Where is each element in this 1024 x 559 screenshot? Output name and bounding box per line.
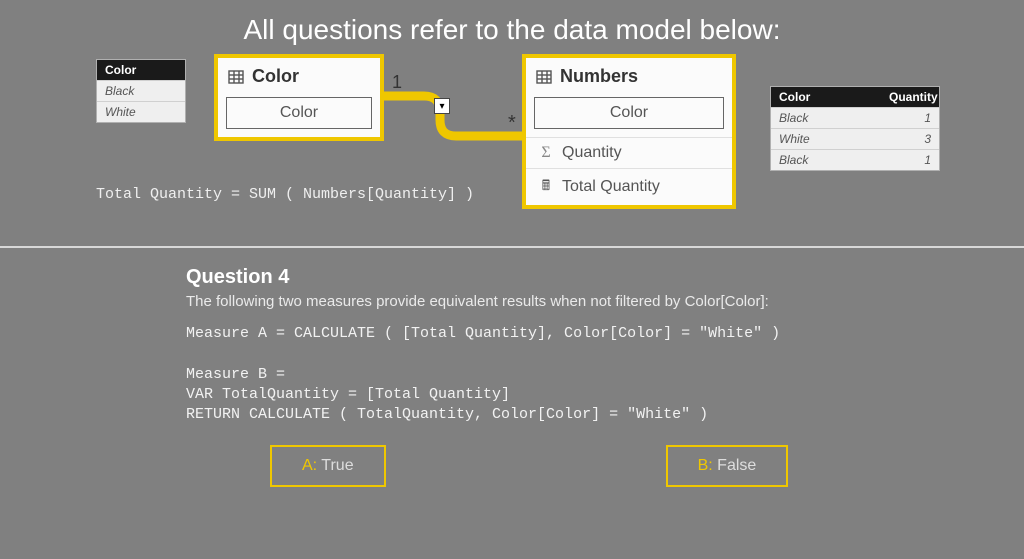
numbers-data-table: Color Quantity Black 1 White 3 Black 1 — [770, 86, 940, 171]
answer-letter: B: — [698, 457, 713, 474]
answer-text: False — [713, 457, 757, 474]
answer-options: A: True B: False — [0, 425, 1024, 487]
cardinality-one: 1 — [392, 72, 402, 93]
cardinality-many: * — [508, 112, 516, 135]
question-title: Question 4 — [186, 266, 840, 289]
entity-color: Color Color — [214, 54, 384, 141]
answer-option-a[interactable]: A: True — [270, 445, 386, 487]
table-row: White — [97, 102, 185, 122]
entity-field: Color — [610, 104, 648, 122]
table-header: Color — [97, 60, 185, 80]
entity-title: Color — [252, 66, 299, 87]
answer-option-b[interactable]: B: False — [666, 445, 789, 487]
question-code: Measure A = CALCULATE ( [Total Quantity]… — [186, 324, 840, 425]
table-header: Color — [771, 87, 881, 107]
table-icon — [536, 70, 552, 84]
page-title: All questions refer to the data model be… — [0, 0, 1024, 54]
table-row: 1 — [881, 108, 939, 128]
table-header: Quantity — [881, 87, 939, 107]
table-row: 3 — [881, 129, 939, 149]
filter-direction-icon: ▾ — [434, 98, 450, 114]
entity-field: Color — [280, 104, 318, 122]
entity-numbers: Numbers Color Σ Quantity 🖩 Total Quantit… — [522, 54, 736, 209]
table-row: Black — [771, 150, 881, 170]
entity-field: Total Quantity — [562, 178, 660, 196]
color-data-table: Color Black White — [96, 59, 186, 123]
table-icon — [228, 70, 244, 84]
data-model-diagram: Color Black White Color Quantity Black 1… — [0, 54, 1024, 232]
table-row: 1 — [881, 150, 939, 170]
entity-field: Quantity — [562, 144, 622, 162]
answer-letter: A: — [302, 457, 317, 474]
question-block: Question 4 The following two measures pr… — [0, 248, 840, 425]
answer-text: True — [317, 457, 353, 474]
question-prompt: The following two measures provide equiv… — [186, 293, 840, 310]
dax-definition: Total Quantity = SUM ( Numbers[Quantity]… — [96, 186, 474, 203]
table-row: Black — [771, 108, 881, 128]
sigma-icon: Σ — [538, 144, 554, 162]
table-row: White — [771, 129, 881, 149]
calculator-icon: 🖩 — [538, 175, 554, 199]
entity-title: Numbers — [560, 66, 638, 87]
relationship-connector — [384, 86, 522, 156]
table-row: Black — [97, 81, 185, 101]
